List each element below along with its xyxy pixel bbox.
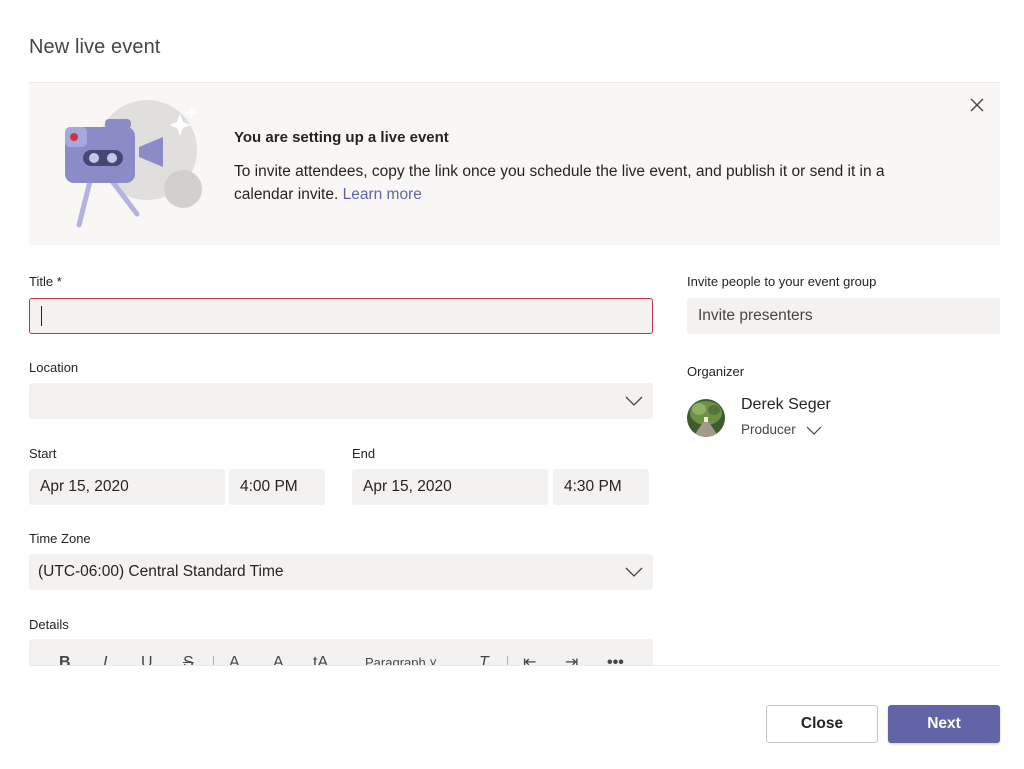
- end-time-picker[interactable]: 4:30 PM: [553, 469, 649, 505]
- organizer-label: Organizer: [687, 364, 745, 379]
- start-time-picker[interactable]: 4:00 PM: [229, 469, 325, 505]
- details-formatting-toolbar: B I U S A A tA Paragraph ˅ T ⇤ ⇥ •••: [29, 639, 653, 666]
- invite-label: Invite people to your event group: [687, 274, 877, 289]
- banner-body-text: To invite attendees, copy the link once …: [234, 163, 885, 203]
- location-dropdown[interactable]: [29, 383, 653, 419]
- end-date-value: Apr 15, 2020: [363, 478, 452, 495]
- end-date-picker[interactable]: Apr 15, 2020: [352, 469, 548, 505]
- start-time-value: 4:00 PM: [240, 478, 298, 495]
- next-button[interactable]: Next: [888, 705, 1000, 743]
- start-label: Start: [29, 446, 57, 461]
- invite-presenters-placeholder: Invite presenters: [698, 307, 813, 324]
- location-label: Location: [29, 360, 79, 375]
- title-label: Title *: [29, 274, 62, 289]
- avatar-image: [687, 399, 725, 437]
- title-input[interactable]: [29, 298, 653, 334]
- timezone-dropdown[interactable]: (UTC-06:00) Central Standard Time: [29, 554, 653, 590]
- learn-more-link[interactable]: Learn more: [343, 186, 422, 203]
- footer-divider: [29, 665, 1000, 666]
- chevron-down-icon: [625, 396, 643, 406]
- organizer-role-dropdown[interactable]: Producer: [741, 422, 822, 437]
- timezone-label: Time Zone: [29, 531, 91, 546]
- organizer-role-label: Producer: [741, 422, 796, 437]
- start-date-value: Apr 15, 2020: [40, 478, 129, 495]
- avatar: [687, 399, 725, 437]
- start-date-picker[interactable]: Apr 15, 2020: [29, 469, 225, 505]
- details-label: Details: [29, 617, 69, 632]
- chevron-down-icon: [806, 426, 822, 435]
- camera-illustration-icon: [65, 100, 202, 228]
- info-banner: You are setting up a live event To invit…: [29, 82, 1000, 245]
- invite-presenters-input[interactable]: Invite presenters: [687, 298, 1000, 334]
- timezone-value: (UTC-06:00) Central Standard Time: [38, 563, 284, 580]
- chevron-down-icon: [625, 567, 643, 577]
- close-icon[interactable]: [968, 96, 986, 114]
- end-label: End: [352, 446, 376, 461]
- banner-body: To invite attendees, copy the link once …: [234, 160, 934, 206]
- end-time-value: 4:30 PM: [564, 478, 622, 495]
- organizer-name: Derek Seger: [741, 396, 831, 413]
- text-caret: [41, 306, 42, 326]
- banner-heading: You are setting up a live event: [234, 129, 449, 146]
- dialog-title: New live event: [29, 36, 161, 58]
- close-button[interactable]: Close: [766, 705, 878, 743]
